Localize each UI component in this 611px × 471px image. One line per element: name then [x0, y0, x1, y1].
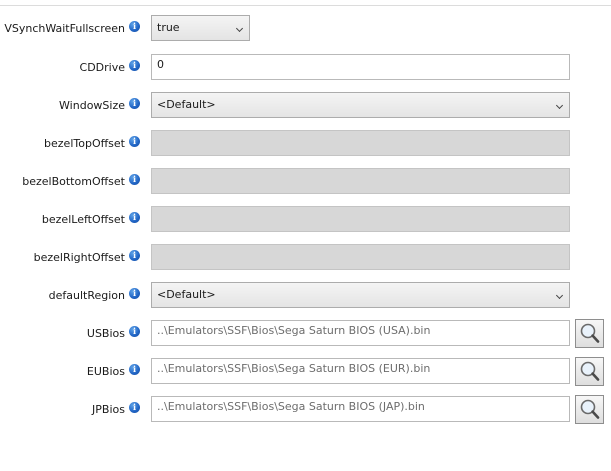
setting-label: bezelBottomOffset — [22, 175, 125, 188]
windowsize-dropdown[interactable]: <Default> — [151, 92, 570, 118]
setting-label: WindowSize — [59, 99, 125, 112]
setting-label: bezelTopOffset — [44, 137, 125, 150]
cddrive-input[interactable]: 0 — [151, 54, 570, 80]
setting-row-defaultregion: defaultRegion i <Default> — [0, 282, 611, 310]
top-divider — [0, 5, 611, 6]
path-value: ..\Emulators\SSF\Bios\Sega Saturn BIOS (… — [157, 362, 431, 375]
info-icon[interactable]: i — [129, 98, 140, 109]
chevron-down-icon — [235, 24, 244, 33]
setting-label: USBios — [86, 327, 125, 340]
jpbios-path-input[interactable]: ..\Emulators\SSF\Bios\Sega Saturn BIOS (… — [151, 396, 570, 422]
eubios-path-input[interactable]: ..\Emulators\SSF\Bios\Sega Saturn BIOS (… — [151, 358, 570, 384]
magnifier-icon — [580, 361, 600, 381]
emulator-settings-panel: VSynchWaitFullscreen i true CDDrive i 0 … — [0, 0, 611, 471]
setting-row-usbios: USBios i ..\Emulators\SSF\Bios\Sega Satu… — [0, 319, 611, 348]
info-icon[interactable]: i — [129, 288, 140, 299]
info-icon[interactable]: i — [129, 364, 140, 375]
magnifier-icon — [580, 323, 600, 343]
dropdown-value: <Default> — [157, 288, 216, 301]
setting-row-bezelbottomoffset: bezelBottomOffset i — [0, 168, 611, 196]
setting-row-bezelrightoffset: bezelRightOffset i — [0, 244, 611, 272]
bezelbottomoffset-input — [151, 168, 570, 194]
info-icon[interactable]: i — [129, 212, 140, 223]
info-icon[interactable]: i — [129, 250, 140, 261]
setting-label: VSynchWaitFullscreen — [4, 22, 125, 35]
setting-label: EUBios — [86, 365, 125, 378]
setting-row-jpbios: JPBios i ..\Emulators\SSF\Bios\Sega Satu… — [0, 395, 611, 424]
bezeltopoffset-input — [151, 130, 570, 156]
setting-row-cddrive: CDDrive i 0 — [0, 54, 611, 82]
info-icon[interactable]: i — [129, 326, 140, 337]
path-value: ..\Emulators\SSF\Bios\Sega Saturn BIOS (… — [157, 324, 431, 337]
setting-label: bezelLeftOffset — [41, 213, 125, 226]
bezelrightoffset-input — [151, 244, 570, 270]
setting-row-vsynchwaitfullscreen: VSynchWaitFullscreen i true — [0, 15, 611, 43]
info-icon[interactable]: i — [129, 60, 140, 71]
setting-row-bezeltopoffset: bezelTopOffset i — [0, 130, 611, 158]
setting-label: bezelRightOffset — [33, 251, 125, 264]
vsynchwaitfullscreen-dropdown[interactable]: true — [151, 15, 250, 41]
magnifier-icon — [580, 399, 600, 419]
bezelleftoffset-input — [151, 206, 570, 232]
usbios-path-input[interactable]: ..\Emulators\SSF\Bios\Sega Saturn BIOS (… — [151, 320, 570, 346]
jpbios-browse-button[interactable] — [575, 395, 604, 424]
setting-label: JPBios — [92, 403, 125, 416]
setting-label: defaultRegion — [48, 289, 125, 302]
setting-row-eubios: EUBios i ..\Emulators\SSF\Bios\Sega Satu… — [0, 357, 611, 386]
usbios-browse-button[interactable] — [575, 319, 604, 348]
info-icon[interactable]: i — [129, 402, 140, 413]
dropdown-value: true — [157, 21, 180, 34]
setting-row-bezelleftoffset: bezelLeftOffset i — [0, 206, 611, 234]
info-icon[interactable]: i — [129, 21, 140, 32]
chevron-down-icon — [555, 101, 564, 110]
info-icon[interactable]: i — [129, 136, 140, 147]
setting-label: CDDrive — [79, 61, 125, 74]
info-icon[interactable]: i — [129, 174, 140, 185]
eubios-browse-button[interactable] — [575, 357, 604, 386]
path-value: ..\Emulators\SSF\Bios\Sega Saturn BIOS (… — [157, 400, 425, 413]
defaultregion-dropdown[interactable]: <Default> — [151, 282, 570, 308]
chevron-down-icon — [555, 291, 564, 300]
dropdown-value: <Default> — [157, 98, 216, 111]
input-value: 0 — [157, 58, 164, 71]
setting-row-windowsize: WindowSize i <Default> — [0, 92, 611, 120]
